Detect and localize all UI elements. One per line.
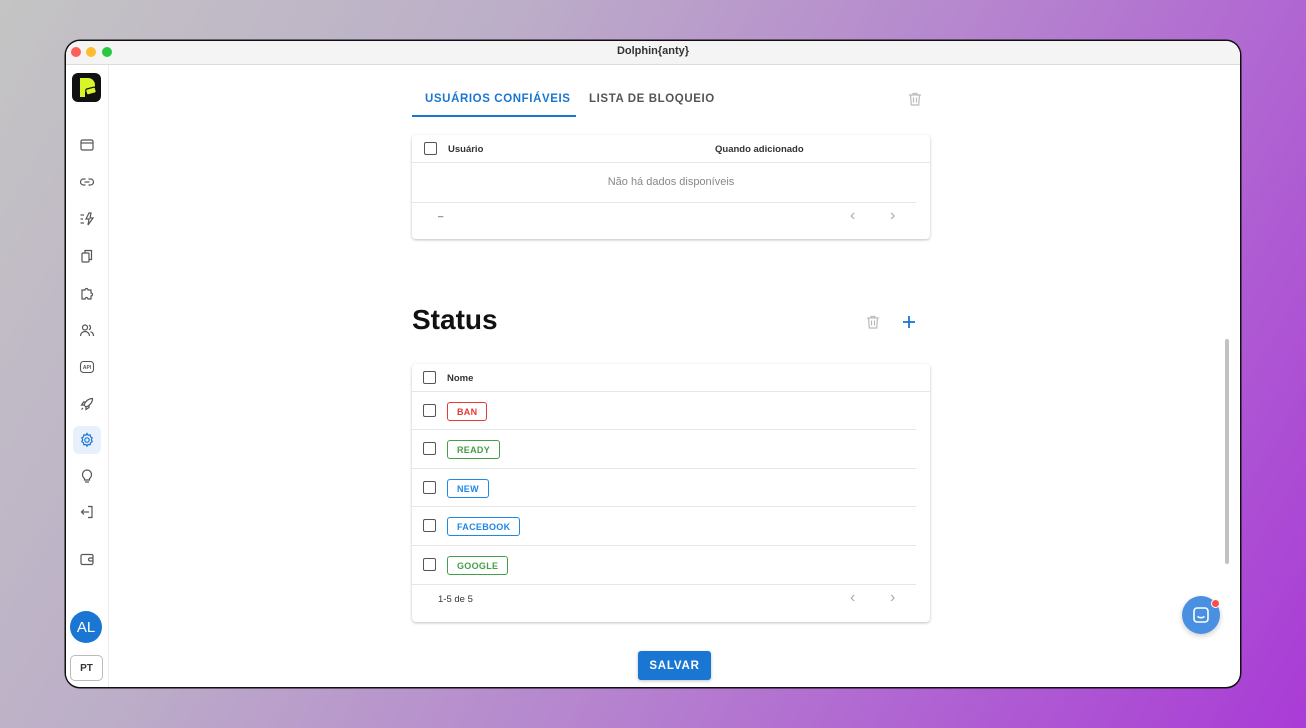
users-icon[interactable] [73, 316, 101, 344]
row-checkbox[interactable] [423, 404, 436, 417]
empty-state-text: Não há dados disponíveis [607, 176, 735, 188]
divider [412, 545, 916, 546]
settings-icon[interactable] [73, 426, 101, 454]
save-button[interactable]: SALVAR [638, 651, 711, 680]
pagination-info: – [438, 211, 444, 222]
tab-trusted-users[interactable]: USUÁRIOS CONFIÁVEIS [425, 93, 571, 105]
status-chip: READY [447, 440, 501, 459]
row-checkbox[interactable] [423, 519, 436, 532]
extensions-icon[interactable] [73, 279, 101, 307]
column-header-name[interactable]: Nome [447, 373, 473, 384]
window-title: Dolphin{anty} [616, 45, 690, 57]
select-all-checkbox[interactable] [423, 371, 436, 384]
delete-status-button[interactable] [862, 311, 884, 333]
prev-page-icon[interactable]: ‹ [850, 208, 855, 224]
lightbulb-icon[interactable] [73, 462, 101, 490]
link-icon[interactable] [73, 168, 101, 196]
svg-text:API: API [83, 365, 92, 371]
add-status-button[interactable] [898, 311, 920, 333]
rocket-icon[interactable] [73, 390, 101, 418]
sidebar: API AL PT ☀ [66, 65, 109, 687]
status-chip: NEW [447, 479, 489, 498]
language-selector[interactable]: PT [70, 655, 103, 681]
status-chip: GOOGLE [447, 556, 509, 575]
divider [412, 429, 916, 430]
active-tab-indicator [412, 115, 576, 117]
divider [412, 468, 916, 469]
delete-trusted-button[interactable] [904, 88, 926, 110]
next-page-icon[interactable]: › [890, 208, 895, 224]
tab-block-list[interactable]: LISTA DE BLOQUEIO [589, 93, 715, 105]
divider [412, 162, 930, 163]
status-chip: FACEBOOK [447, 517, 521, 536]
app-logo[interactable] [72, 73, 101, 102]
trusted-users-table: Usuário Quando adicionado Não há dados d… [412, 135, 930, 239]
status-table: Nome BAN READY NEW FACEBOOK GOOGLE 1-5 d… [412, 364, 930, 622]
app-window: Dolphin{anty} API AL PT USUÁRIOS CONFIÁV… [66, 41, 1240, 687]
api-icon[interactable]: API [73, 353, 101, 381]
avatar[interactable]: AL [70, 611, 102, 643]
status-chip: BAN [447, 402, 488, 421]
divider [412, 584, 916, 585]
column-header-added[interactable]: Quando adicionado [715, 144, 804, 155]
logout-icon[interactable] [73, 498, 101, 526]
automation-icon[interactable] [73, 205, 101, 233]
divider [412, 391, 930, 392]
prev-page-icon[interactable]: ‹ [850, 590, 855, 606]
next-page-icon[interactable]: › [890, 590, 895, 606]
status-section-title: Status [412, 304, 498, 335]
row-checkbox[interactable] [423, 481, 436, 494]
main-content: USUÁRIOS CONFIÁVEIS LISTA DE BLOQUEIO Us… [109, 65, 1240, 687]
select-all-checkbox[interactable] [424, 142, 437, 155]
title-bar: Dolphin{anty} [66, 41, 1240, 65]
row-checkbox[interactable] [423, 442, 436, 455]
row-checkbox[interactable] [423, 558, 436, 571]
scrollbar[interactable] [1225, 339, 1229, 564]
divider [412, 506, 916, 507]
column-header-user[interactable]: Usuário [448, 144, 483, 155]
browser-icon[interactable] [73, 131, 101, 159]
pagination-info: 1-5 de 5 [438, 594, 473, 605]
notification-dot [1211, 599, 1220, 608]
copy-icon[interactable] [73, 242, 101, 270]
wallet-icon[interactable] [73, 545, 101, 573]
divider [412, 202, 916, 203]
